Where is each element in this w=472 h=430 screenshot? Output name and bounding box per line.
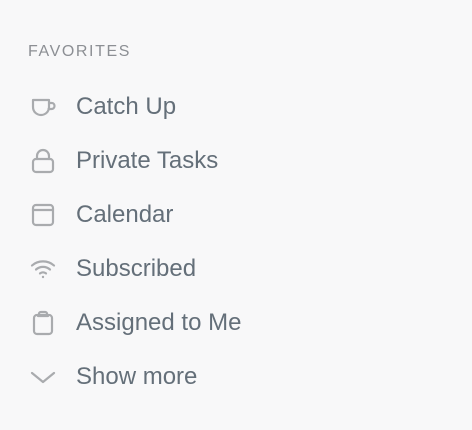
cup-icon — [28, 92, 58, 122]
favorites-item-label: Calendar — [76, 201, 174, 228]
favorites-item-label: Catch Up — [76, 93, 177, 120]
favorites-list: Catch Up Private Tasks Calendar Subscrib… — [28, 80, 448, 404]
favorites-item-label: Assigned to Me — [76, 309, 242, 336]
favorites-section: FAVORITES Catch Up Private Tasks Calenda… — [28, 40, 448, 404]
clipboard-icon — [28, 308, 58, 338]
favorites-item-calendar[interactable]: Calendar — [28, 188, 448, 242]
lock-icon — [28, 146, 58, 176]
calendar-icon — [28, 200, 58, 230]
favorites-item-private-tasks[interactable]: Private Tasks — [28, 134, 448, 188]
chevron-down-icon — [28, 362, 58, 392]
favorites-title: FAVORITES — [28, 43, 132, 60]
wifi-icon — [28, 254, 58, 284]
favorites-item-show-more[interactable]: Show more — [28, 350, 448, 404]
favorites-item-catch-up[interactable]: Catch Up — [28, 80, 448, 134]
favorites-item-assigned-to-me[interactable]: Assigned to Me — [28, 296, 448, 350]
favorites-item-label: Private Tasks — [76, 147, 219, 174]
favorites-item-label: Show more — [76, 363, 198, 390]
favorites-item-subscribed[interactable]: Subscribed — [28, 242, 448, 296]
favorites-item-label: Subscribed — [76, 255, 197, 282]
